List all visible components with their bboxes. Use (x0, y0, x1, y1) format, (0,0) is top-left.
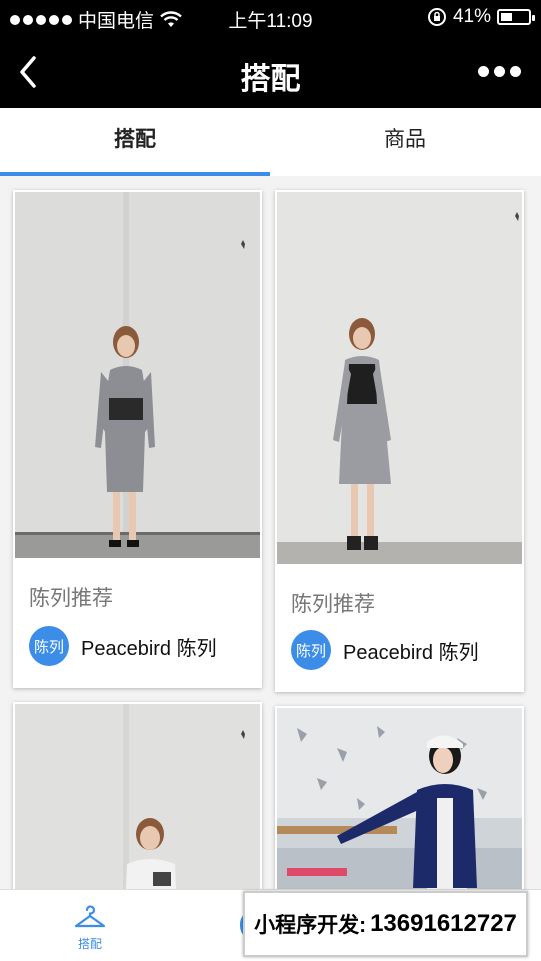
tab-products-label: 商品 (384, 128, 426, 151)
outfit-grid: 陈列推荐 陈列 Peacebird 陈列 陈列推荐 陈列 Peacebird 陈… (0, 176, 541, 889)
brand-name: Peacebird 陈列 (343, 641, 479, 664)
battery-icon (497, 9, 535, 25)
bottom-tab-outfits[interactable]: 搭配 (62, 902, 118, 952)
outfit-photo (15, 192, 260, 558)
more-dots-icon[interactable] (478, 66, 521, 77)
brand-row[interactable]: 陈列 Peacebird 陈列 (29, 626, 217, 666)
brand-logo: 陈列 (29, 626, 69, 666)
bottom-tab-label: 搭配 (77, 937, 102, 951)
brand-row[interactable]: 陈列 Peacebird 陈列 (291, 630, 479, 670)
outfit-card[interactable] (275, 706, 524, 889)
tab-bar: 搭配 商品 (0, 108, 541, 176)
brand-name: Peacebird 陈列 (81, 637, 217, 660)
battery-percent: 41% (452, 6, 491, 27)
banner-phone: 13691612727 (370, 910, 517, 937)
nav-bar: 搭配 (0, 36, 541, 108)
outfit-card[interactable]: 陈列推荐 陈列 Peacebird 陈列 (13, 190, 262, 688)
outfit-card[interactable] (13, 702, 262, 889)
banner-label: 小程序开发: (254, 914, 367, 937)
tab-outfits-label: 搭配 (114, 128, 156, 151)
hanger-icon (74, 905, 106, 928)
brand-logo: 陈列 (291, 630, 331, 670)
status-bar: 中国电信 上午11:09 41% (0, 0, 541, 36)
status-right: 41% (427, 6, 535, 28)
promo-banner[interactable]: 小程序开发: 13691612727 (243, 891, 528, 957)
card-title: 陈列推荐 (291, 593, 375, 616)
outfit-photo (277, 192, 522, 564)
outfit-photo (15, 704, 260, 889)
tab-outfits[interactable]: 搭配 (0, 108, 270, 176)
tab-products[interactable]: 商品 (270, 108, 540, 176)
outfit-card[interactable]: 陈列推荐 陈列 Peacebird 陈列 (275, 190, 524, 692)
card-title: 陈列推荐 (29, 587, 113, 610)
page-title: 搭配 (240, 63, 301, 96)
rotation-lock-icon (427, 8, 446, 26)
outfit-photo (277, 708, 522, 889)
